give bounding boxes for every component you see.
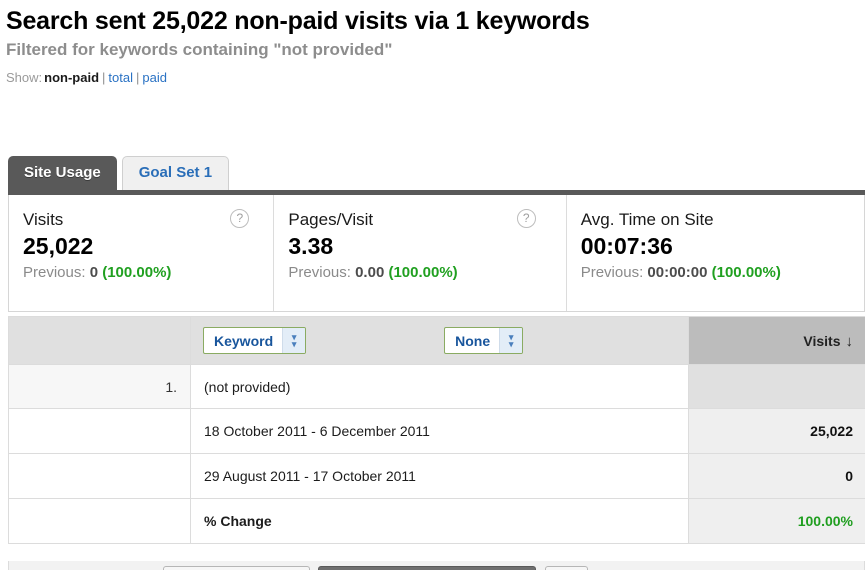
show-separator-1: | <box>102 70 106 85</box>
metric-card-pages-visit: Pages/Visit ? 3.38 Previous: 0.00 (100.0… <box>273 195 565 311</box>
metric-previous-label: Previous: <box>580 264 644 281</box>
page-title: Search sent 25,022 non-paid visits via 1… <box>6 7 590 35</box>
sort-descending-icon: ↓ <box>845 332 854 350</box>
metric-delta: (100.00%) <box>388 264 458 281</box>
question-mark-icon[interactable]: ? <box>516 209 536 228</box>
table-row: 18 October 2011 - 6 December 2011 25,022 <box>8 408 865 454</box>
show-current-value: non-paid <box>44 70 100 85</box>
metric-previous: Previous: 00:00:00 (100.00%) <box>581 263 854 283</box>
dimension-selectors: Keyword ▾ ▾ None ▾ ▾ <box>191 327 688 354</box>
secondary-dimension-select[interactable]: None ▾ ▾ <box>444 327 524 354</box>
tab-bar: Site Usage Goal Set 1 <box>8 148 230 190</box>
visits-column-label: Visits <box>803 332 841 349</box>
chevron-down-icon: ▾ ▾ <box>282 328 306 353</box>
row-value: 100.00% <box>688 498 865 544</box>
metric-previous-label: Previous: <box>288 264 351 281</box>
row-index: 1. <box>8 364 191 409</box>
tab-site-usage[interactable]: Site Usage <box>8 156 117 190</box>
keyword-data-table: Keyword ▾ ▾ None ▾ ▾ Visits ↓ 1. (not provi… <box>8 316 865 544</box>
primary-dimension-select[interactable]: Keyword ▾ ▾ <box>203 327 307 354</box>
footer-button-left[interactable] <box>163 566 310 570</box>
report-header: Search sent 25,022 non-paid visits via 1… <box>0 0 865 86</box>
metric-previous: Previous: 0.00 (100.00%) <box>288 263 555 283</box>
table-row: 29 August 2011 - 17 October 2011 0 <box>8 453 865 499</box>
metric-previous-value: 0.00 <box>355 264 385 281</box>
metric-summary-panel: Visits ? 25,022 Previous: 0 (100.00%) Pa… <box>8 195 865 312</box>
table-row: % Change 100.00% <box>8 498 865 544</box>
row-index <box>8 498 191 544</box>
metric-value: 3.38 <box>288 233 334 259</box>
row-label: 18 October 2011 - 6 December 2011 <box>190 408 689 454</box>
row-value <box>688 364 865 409</box>
metric-value: 25,022 <box>23 233 94 259</box>
footer-button-center[interactable] <box>318 566 536 570</box>
page-subtitle: Filtered for keywords containing "not pr… <box>6 40 393 59</box>
row-label: % Change <box>190 498 689 544</box>
secondary-dimension-label: None <box>455 332 491 349</box>
metric-delta: (100.00%) <box>711 264 781 281</box>
metric-previous: Previous: 0 (100.00%) <box>23 263 263 283</box>
metric-previous-value: 00:00:00 <box>647 264 708 281</box>
show-paid-link[interactable]: paid <box>142 70 167 85</box>
table-row[interactable]: 1. (not provided) <box>8 364 865 409</box>
metric-name: Visits <box>23 210 64 229</box>
chevron-down-icon: ▾ ▾ <box>499 328 523 353</box>
row-label[interactable]: (not provided) <box>190 364 689 409</box>
primary-dimension-label: Keyword <box>214 332 274 349</box>
show-total-link[interactable]: total <box>108 70 133 85</box>
row-value: 25,022 <box>688 408 865 454</box>
tab-goal-set-1[interactable]: Goal Set 1 <box>121 156 230 190</box>
table-header-row: Keyword ▾ ▾ None ▾ ▾ Visits ↓ <box>8 316 865 365</box>
report-page: Search sent 25,022 non-paid visits via 1… <box>0 0 865 570</box>
metric-previous-label: Previous: <box>23 264 86 281</box>
metric-previous-value: 0 <box>89 264 99 281</box>
metric-value: 00:07:36 <box>580 233 673 259</box>
metric-name: Avg. Time on Site <box>580 210 714 229</box>
row-index <box>8 408 191 454</box>
row-index <box>8 453 191 499</box>
footer-button-right[interactable] <box>545 566 588 570</box>
visits-column-header[interactable]: Visits ↓ <box>688 316 865 365</box>
metric-name: Pages/Visit <box>288 210 374 229</box>
metric-card-avg-time-on-site: Avg. Time on Site ? 00:07:36 Previous: 0… <box>565 195 864 311</box>
show-separator-2: | <box>136 70 140 85</box>
show-filter-row: Show: non-paid | total | paid <box>6 70 865 86</box>
row-label: 29 August 2011 - 17 October 2011 <box>190 453 689 499</box>
row-value: 0 <box>688 453 865 499</box>
metric-card-visits: Visits ? 25,022 Previous: 0 (100.00%) <box>9 195 273 311</box>
index-column-header <box>8 316 191 365</box>
dimension-column-header: Keyword ▾ ▾ None ▾ ▾ <box>190 316 689 365</box>
show-label: Show: <box>6 70 43 85</box>
metric-delta: (100.00%) <box>102 264 172 281</box>
